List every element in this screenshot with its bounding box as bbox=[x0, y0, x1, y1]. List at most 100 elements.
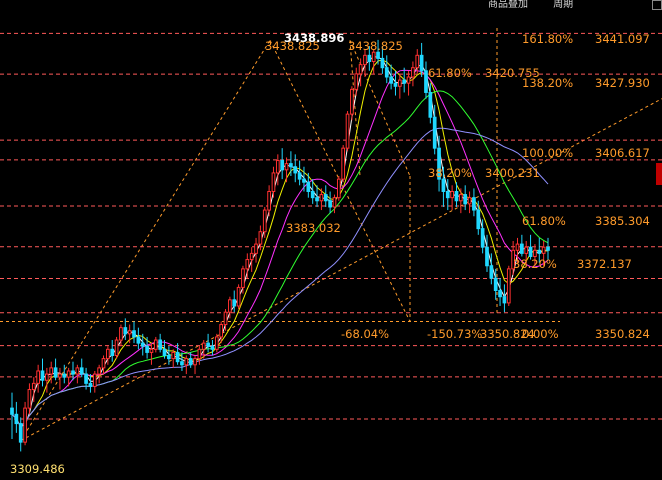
candle-body bbox=[88, 382, 93, 387]
fib-ratio-label: 61.80% bbox=[428, 66, 472, 80]
candle bbox=[502, 284, 507, 313]
candle bbox=[284, 157, 289, 183]
candle-body bbox=[293, 166, 298, 174]
candle-body bbox=[480, 228, 485, 248]
candle-body bbox=[228, 299, 232, 313]
candle bbox=[354, 67, 359, 96]
candle-body bbox=[397, 79, 402, 87]
candle-body bbox=[506, 268, 511, 304]
candle bbox=[249, 247, 254, 272]
candle-body bbox=[358, 64, 363, 75]
candle-body bbox=[188, 358, 193, 366]
candle-body bbox=[136, 336, 141, 344]
candle bbox=[14, 401, 19, 433]
candle-body bbox=[27, 389, 32, 409]
candle-body bbox=[380, 57, 385, 69]
candle bbox=[106, 346, 110, 365]
kline-chart[interactable]: 3309.4863438.8253438.8963438.8253383.032… bbox=[0, 0, 662, 480]
candle-body bbox=[445, 190, 450, 199]
candle-body bbox=[533, 249, 537, 257]
candle-body bbox=[45, 373, 49, 381]
candle-body bbox=[498, 290, 502, 298]
candle bbox=[210, 340, 215, 356]
candle bbox=[45, 367, 49, 393]
fib-ratio-label: 0.00% bbox=[522, 327, 559, 341]
candle-body bbox=[14, 413, 19, 425]
fib-price-label: 3372.137 bbox=[577, 257, 632, 271]
candle-body bbox=[132, 330, 136, 338]
fib-ratio-label: 161.80% bbox=[522, 32, 573, 46]
candle-body bbox=[458, 194, 463, 202]
candle bbox=[275, 154, 280, 186]
candle-body bbox=[31, 382, 36, 391]
candle-body bbox=[119, 327, 123, 341]
candle bbox=[214, 333, 219, 353]
candle-body bbox=[472, 197, 476, 211]
candle bbox=[328, 191, 332, 214]
candle-body bbox=[441, 178, 446, 192]
candle bbox=[92, 370, 97, 393]
candle-body bbox=[210, 345, 215, 350]
candle bbox=[384, 55, 389, 84]
candle-body bbox=[424, 70, 428, 93]
candle-body bbox=[411, 67, 415, 78]
candle-body bbox=[367, 54, 372, 63]
candle bbox=[411, 61, 415, 87]
candle bbox=[236, 284, 241, 310]
candle-body bbox=[323, 194, 328, 202]
candle bbox=[62, 364, 67, 384]
fib-ratio-label: 38.20% bbox=[428, 166, 472, 180]
candle bbox=[193, 355, 197, 375]
candle-body bbox=[319, 194, 324, 202]
candle-body bbox=[537, 249, 542, 254]
candle-body bbox=[18, 423, 23, 443]
candle-body bbox=[271, 172, 276, 192]
candle-body bbox=[101, 358, 106, 369]
candle bbox=[293, 154, 298, 183]
candle-body bbox=[92, 373, 97, 387]
candle-body bbox=[79, 367, 84, 375]
candle bbox=[472, 188, 476, 217]
candle-body bbox=[528, 246, 533, 257]
candle bbox=[206, 333, 210, 353]
candle-body bbox=[336, 178, 341, 199]
candle bbox=[101, 355, 106, 375]
candle bbox=[114, 336, 119, 359]
candle-body bbox=[328, 200, 332, 208]
candle-body bbox=[258, 231, 263, 245]
candle-body bbox=[219, 324, 224, 338]
candle-body bbox=[489, 265, 494, 279]
candle bbox=[341, 145, 346, 183]
candle-body bbox=[315, 197, 319, 202]
candle-body bbox=[171, 351, 176, 360]
candle bbox=[110, 340, 115, 362]
candle-body bbox=[546, 246, 550, 251]
candle bbox=[458, 188, 463, 214]
candle-body bbox=[302, 178, 306, 183]
fib-ratio-label: 100.00% bbox=[522, 146, 573, 160]
candle bbox=[345, 111, 350, 152]
candle-body bbox=[463, 194, 468, 205]
candle-body bbox=[520, 243, 524, 254]
candle-body bbox=[97, 367, 102, 375]
candle-body bbox=[110, 348, 115, 357]
candle bbox=[79, 358, 84, 378]
candle-body bbox=[206, 342, 210, 347]
candle-body bbox=[454, 190, 459, 202]
candle bbox=[271, 166, 276, 198]
label-high-right: 3438.825 bbox=[348, 39, 403, 53]
candle-body bbox=[62, 373, 67, 378]
candle bbox=[158, 333, 163, 353]
candle-body bbox=[310, 190, 315, 199]
candle-body bbox=[193, 358, 197, 366]
candle-body bbox=[106, 348, 110, 360]
ma-white-line bbox=[11, 55, 548, 428]
candle-body bbox=[419, 54, 424, 72]
candle-body bbox=[541, 246, 546, 254]
candle bbox=[506, 265, 511, 306]
candle-body bbox=[363, 54, 367, 66]
fib-ratio-label: 61.80% bbox=[522, 214, 566, 228]
candle-body bbox=[158, 339, 163, 350]
candle-body bbox=[267, 190, 271, 211]
candle-body bbox=[49, 367, 54, 375]
